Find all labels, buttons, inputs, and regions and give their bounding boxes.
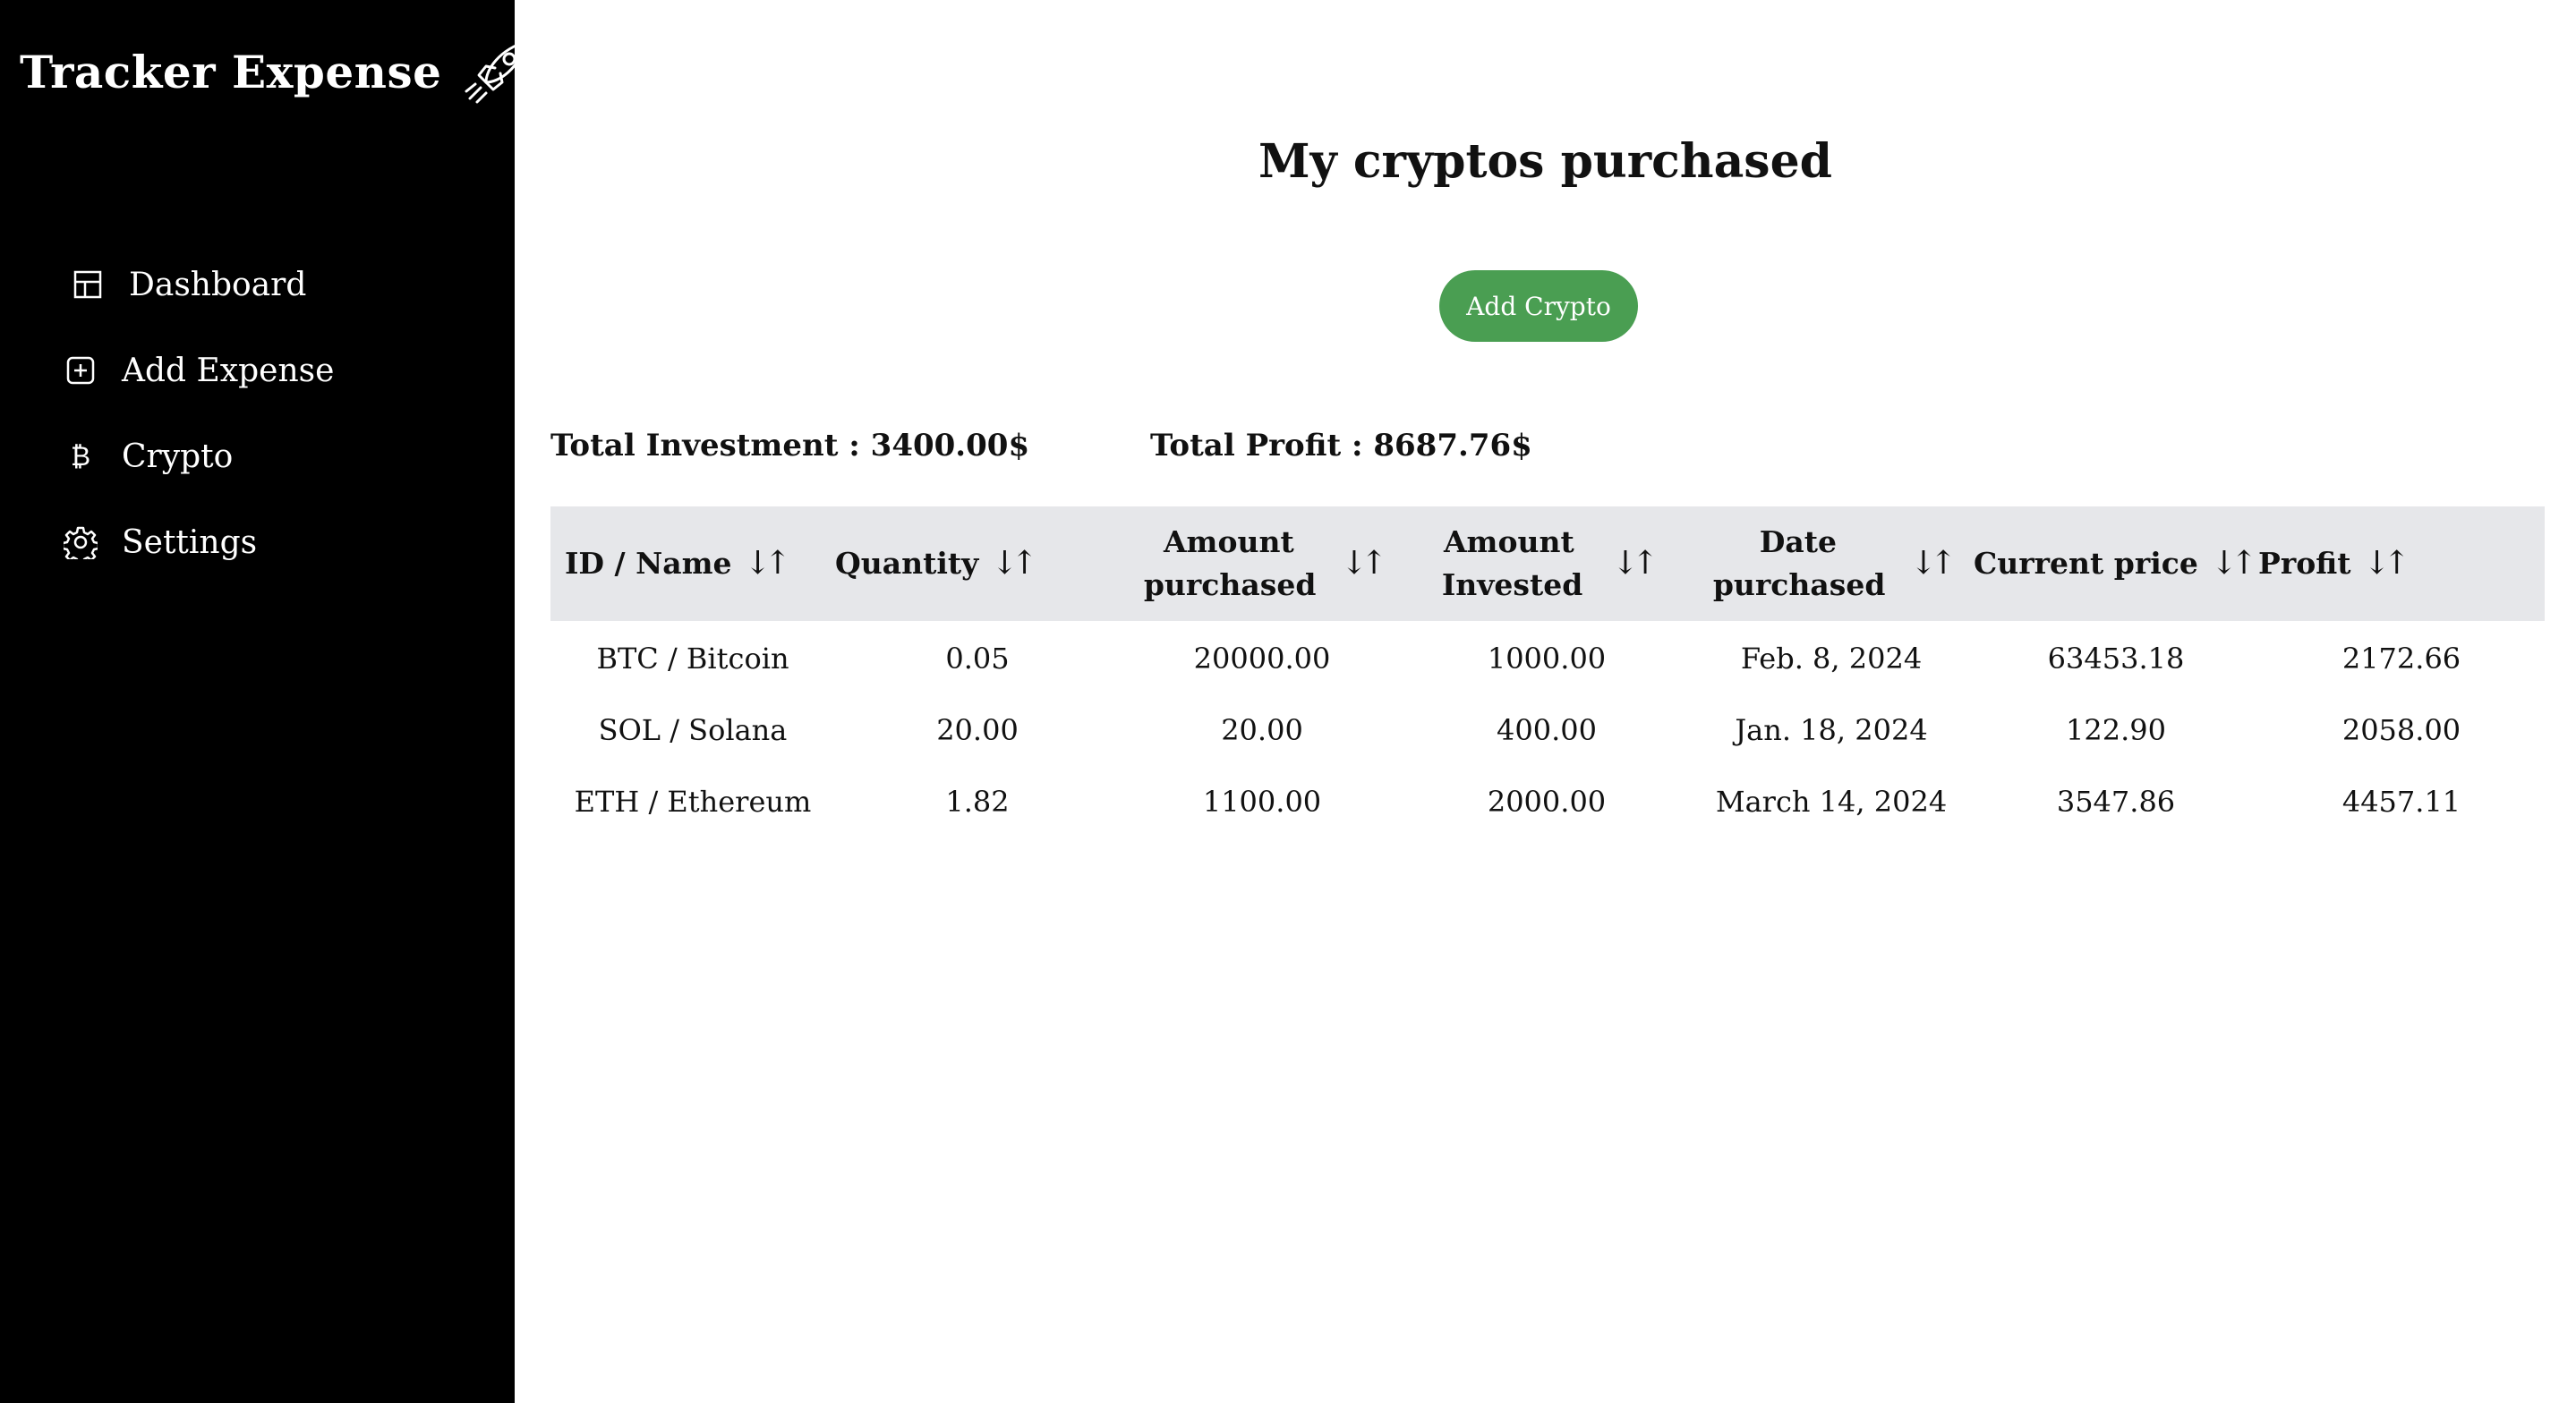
cell-quantity: 20.00 bbox=[936, 713, 1019, 747]
cell-id-name: SOL / Solana bbox=[598, 713, 788, 747]
dashboard-grid-icon bbox=[70, 267, 106, 302]
crypto-table: ID / Name ↓↑ Quantity ↓↑ Amount purchase… bbox=[550, 506, 2545, 838]
sort-icon[interactable]: ↓↑ bbox=[2363, 542, 2410, 585]
sidebar-item-add-expense[interactable]: Add Expense bbox=[63, 327, 334, 413]
table-row[interactable]: ETH / Ethereum 1.82 1100.00 2000.00 Marc… bbox=[550, 766, 2545, 838]
cell-amount-purchased: 20000.00 bbox=[1193, 642, 1331, 676]
cell-id-name: BTC / Bitcoin bbox=[596, 642, 789, 676]
sidebar-item-label: Crypto bbox=[122, 438, 234, 475]
total-profit: Total Profit : 8687.76$ bbox=[1150, 428, 1532, 463]
sidebar: Tracker Expense Dashboard Add Expense ₿ … bbox=[0, 0, 529, 1403]
cell-current-price: 122.90 bbox=[2066, 713, 2166, 747]
column-header-quantity[interactable]: Quantity ↓↑ bbox=[835, 542, 1120, 585]
sort-icon[interactable]: ↓↑ bbox=[1910, 542, 1957, 585]
cell-profit: 4457.11 bbox=[2341, 785, 2461, 819]
cell-amount-invested: 400.00 bbox=[1497, 713, 1597, 747]
cell-date-purchased: Jan. 18, 2024 bbox=[1735, 713, 1928, 747]
cell-current-price: 3547.86 bbox=[2056, 785, 2176, 819]
cell-date-purchased: Feb. 8, 2024 bbox=[1740, 642, 1923, 676]
main-content: My cryptos purchased Add Crypto Total In… bbox=[515, 0, 2576, 1403]
column-header-label: Amount purchased bbox=[1143, 524, 1317, 602]
column-header-label: Current price bbox=[1974, 546, 2198, 581]
table-row[interactable]: SOL / Solana 20.00 20.00 400.00 Jan. 18,… bbox=[550, 694, 2545, 766]
column-header-label: Amount Invested bbox=[1441, 524, 1583, 602]
brand-title: Tracker Expense bbox=[20, 45, 442, 98]
sort-icon[interactable]: ↓↑ bbox=[1341, 542, 1387, 585]
sidebar-item-dashboard[interactable]: Dashboard bbox=[70, 242, 334, 327]
cell-quantity: 1.82 bbox=[945, 785, 1010, 819]
plus-square-icon bbox=[63, 353, 98, 388]
column-header-amount-purchased[interactable]: Amount purchased ↓↑ bbox=[1120, 521, 1404, 607]
sort-icon[interactable]: ↓↑ bbox=[1612, 542, 1659, 585]
cell-profit: 2058.00 bbox=[2341, 713, 2461, 747]
table-body: BTC / Bitcoin 0.05 20000.00 1000.00 Feb.… bbox=[550, 623, 2545, 838]
cell-amount-invested: 2000.00 bbox=[1487, 785, 1607, 819]
total-investment: Total Investment : 3400.00$ bbox=[550, 428, 1030, 463]
column-header-label: Date purchased bbox=[1712, 524, 1886, 602]
cell-quantity: 0.05 bbox=[945, 642, 1010, 676]
column-header-date-purchased[interactable]: Date purchased ↓↑ bbox=[1689, 521, 1974, 607]
cell-amount-invested: 1000.00 bbox=[1487, 642, 1607, 676]
column-header-profit[interactable]: Profit ↓↑ bbox=[2258, 542, 2545, 585]
column-header-label: ID / Name bbox=[565, 546, 732, 581]
column-header-label: Profit bbox=[2258, 546, 2351, 581]
page-title: My cryptos purchased bbox=[1258, 134, 1833, 189]
table-header: ID / Name ↓↑ Quantity ↓↑ Amount purchase… bbox=[550, 506, 2545, 621]
sidebar-item-label: Settings bbox=[122, 523, 258, 561]
sidebar-item-settings[interactable]: Settings bbox=[63, 499, 334, 585]
sort-icon[interactable]: ↓↑ bbox=[2211, 542, 2257, 585]
add-crypto-button[interactable]: Add Crypto bbox=[1439, 270, 1638, 342]
table-row[interactable]: BTC / Bitcoin 0.05 20000.00 1000.00 Feb.… bbox=[550, 623, 2545, 694]
bitcoin-icon: ₿ bbox=[70, 440, 91, 472]
column-header-id-name[interactable]: ID / Name ↓↑ bbox=[550, 542, 835, 585]
sidebar-item-crypto[interactable]: ₿ Crypto bbox=[63, 413, 334, 499]
cell-profit: 2172.66 bbox=[2341, 642, 2461, 676]
sidebar-item-label: Dashboard bbox=[129, 266, 307, 303]
sidebar-nav: Dashboard Add Expense ₿ Crypto Settings bbox=[64, 242, 334, 585]
sort-icon[interactable]: ↓↑ bbox=[991, 542, 1037, 585]
gear-icon bbox=[63, 524, 98, 560]
sort-icon[interactable]: ↓↑ bbox=[745, 542, 791, 585]
cell-amount-purchased: 1100.00 bbox=[1202, 785, 1322, 819]
column-header-label: Quantity bbox=[835, 546, 979, 581]
cell-date-purchased: March 14, 2024 bbox=[1715, 785, 1948, 819]
cell-id-name: ETH / Ethereum bbox=[574, 785, 812, 819]
brand[interactable]: Tracker Expense bbox=[20, 27, 534, 116]
column-header-current-price[interactable]: Current price ↓↑ bbox=[1974, 542, 2258, 585]
sidebar-item-label: Add Expense bbox=[122, 352, 335, 389]
cell-amount-purchased: 20.00 bbox=[1221, 713, 1303, 747]
cell-current-price: 63453.18 bbox=[2047, 642, 2185, 676]
column-header-amount-invested[interactable]: Amount Invested ↓↑ bbox=[1404, 521, 1689, 607]
